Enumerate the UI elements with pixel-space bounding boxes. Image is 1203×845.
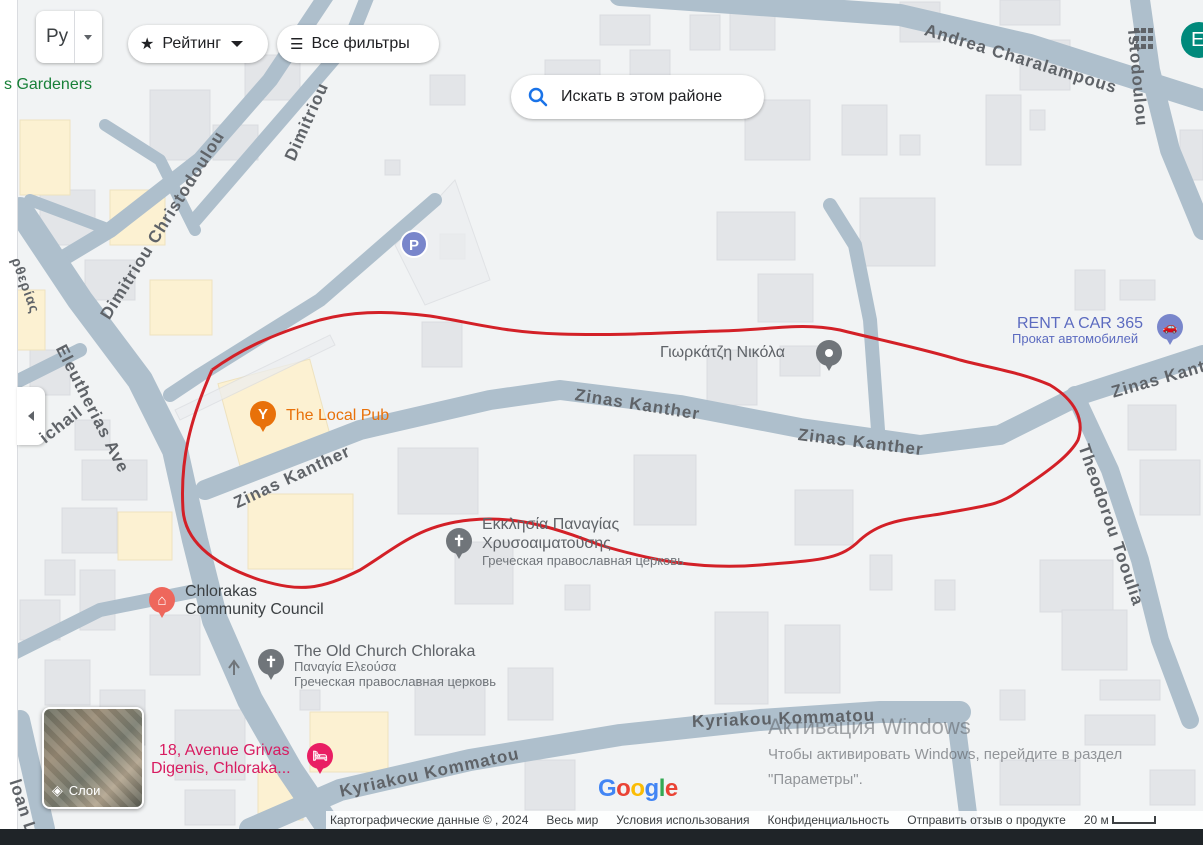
search-box[interactable]: Ру — [36, 11, 102, 63]
scale-line — [1111, 816, 1156, 824]
place-georkatzi[interactable]: Γιωρκάτζη Νικόλα — [660, 344, 785, 362]
map-canvas[interactable]: P — [0, 0, 1203, 829]
place-pin-icon[interactable] — [816, 340, 842, 371]
pub-icon[interactable]: Y — [250, 401, 276, 432]
place-council-1[interactable]: Chlorakas — [185, 583, 257, 601]
terms-link[interactable]: Условия использования — [616, 813, 749, 827]
place-local-pub[interactable]: The Local Pub — [286, 407, 389, 425]
place-old-church-alt: Παναγία Ελεούσα — [294, 659, 397, 674]
place-church-title-2[interactable]: Χρυσοαιματούσης — [482, 535, 611, 553]
scale-bar[interactable]: 20 м — [1084, 813, 1156, 827]
all-filters-label: Все фильтры — [311, 35, 410, 52]
chevron-left-icon — [28, 411, 34, 421]
church-icon-2[interactable]: ✝ — [258, 649, 284, 680]
church-icon[interactable]: ✝ — [446, 528, 472, 559]
windows-activation-title: Активация Windows — [768, 714, 971, 739]
search-this-area-label: Искать в этом районе — [561, 88, 723, 105]
dropdown-arrow-icon[interactable] — [84, 35, 92, 40]
map-data-attribution[interactable]: Картографические данные © , 2024 — [330, 813, 528, 827]
place-hotel-1[interactable]: 18, Avenue Grivas — [159, 742, 289, 760]
search-this-area-button[interactable]: Искать в этом районе — [511, 75, 764, 119]
google-logo: Google — [598, 775, 678, 802]
place-council-2[interactable]: Community Council — [185, 601, 324, 619]
windows-activation-text-1: Чтобы активировать Windows, перейдите в … — [768, 746, 1123, 763]
layers-label: Слои — [68, 783, 101, 798]
os-taskbar — [0, 829, 1203, 845]
place-rent-a-car-category: Прокат автомобилей — [1012, 331, 1139, 346]
place-church-category: Греческая православная церковь — [482, 553, 684, 568]
caret-down-icon — [231, 41, 244, 47]
all-filters-button[interactable]: ☰ Все фильтры — [277, 25, 439, 63]
car-rental-icon[interactable]: 🚗 — [1157, 314, 1183, 345]
place-hotel-2[interactable]: Digenis, Chloraka... — [151, 760, 291, 778]
account-initial: Е — [1191, 28, 1203, 51]
place-gardeners[interactable]: s Gardeners — [4, 76, 92, 94]
apps-grid-icon[interactable] — [1134, 28, 1156, 50]
search-box-divider — [74, 11, 75, 63]
parking-icon[interactable]: P — [400, 230, 428, 258]
parking-label: P — [409, 237, 419, 254]
place-church-title-1[interactable]: Εκκλησία Παναγίας — [482, 516, 619, 534]
search-box-value[interactable]: Ру — [36, 26, 68, 48]
scale-label: 20 м — [1083, 813, 1109, 827]
privacy-link[interactable]: Конфиденциальность — [768, 813, 890, 827]
rating-filter-button[interactable]: ★ Рейтинг — [128, 25, 268, 63]
place-old-church-category: Греческая православная церковь — [294, 674, 496, 689]
hotel-icon[interactable]: 🛏 — [307, 743, 333, 774]
government-icon[interactable]: ⌂ — [149, 587, 175, 618]
rating-filter-label: Рейтинг — [162, 35, 222, 52]
windows-activation-text-2: "Параметры". — [768, 771, 863, 788]
map-footer: Картографические данные © , 2024 Весь ми… — [326, 811, 1203, 829]
side-panel-edge — [0, 0, 18, 829]
search-icon — [528, 87, 548, 107]
filter-sliders-icon: ☰ — [290, 36, 304, 53]
star-icon: ★ — [140, 36, 155, 53]
layers-button[interactable]: ◈ Слои — [42, 707, 144, 809]
layers-icon: ◈ — [52, 782, 63, 798]
feedback-link[interactable]: Отправить отзыв о продукте — [907, 813, 1066, 827]
world-link[interactable]: Весь мир — [546, 813, 598, 827]
